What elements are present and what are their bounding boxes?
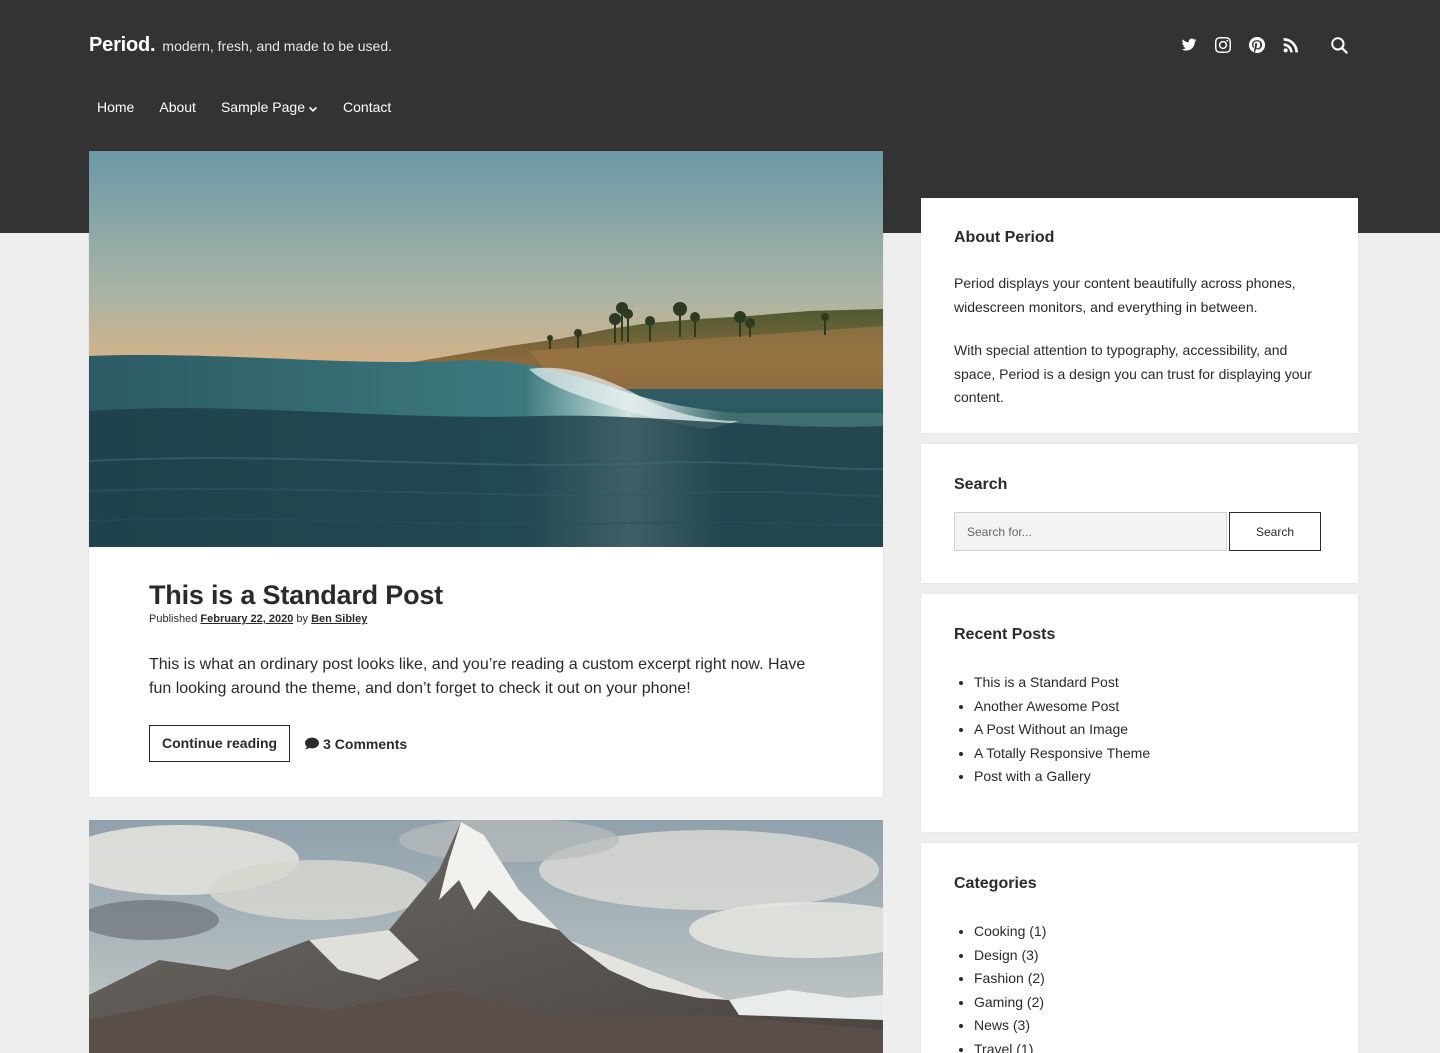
categories-widget: Categories Cooking (1) Design (3) Fashio…	[921, 843, 1358, 1053]
nav-item-contact[interactable]: Contact	[343, 99, 391, 115]
primary-menu: Home About Sample Page Contact	[97, 99, 416, 115]
comments-count: 3 Comments	[323, 735, 408, 752]
post-actions: Continue reading 3 Comments	[149, 725, 823, 762]
widget-title: About Period	[954, 229, 1055, 246]
category-link[interactable]: Travel (1)	[974, 1038, 1325, 1053]
post-card: This is a Standard Post Published Februa…	[89, 151, 883, 797]
comments-link[interactable]: 3 Comments	[305, 736, 407, 752]
pinterest-icon[interactable]	[1248, 36, 1266, 54]
featured-image-mountain[interactable]	[89, 820, 883, 1053]
post-byline: Published February 22, 2020 by Ben Sible…	[149, 613, 823, 625]
nav-item-sample-page-label: Sample Page	[220, 99, 306, 115]
widget-title: Search	[954, 476, 1008, 493]
recent-posts-list: This is a Standard Post Another Awesome …	[954, 671, 1325, 789]
recent-post-link[interactable]: A Post Without an Image	[974, 718, 1325, 742]
site-branding: Period. modern, fresh, and made to be us…	[89, 34, 392, 57]
recent-post-link[interactable]: Post with a Gallery	[974, 765, 1325, 789]
instagram-icon[interactable]	[1214, 36, 1232, 54]
category-link[interactable]: News (3)	[974, 1014, 1325, 1038]
recent-post-link[interactable]: A Totally Responsive Theme	[974, 742, 1325, 766]
categories-list: Cooking (1) Design (3) Fashion (2) Gamin…	[954, 920, 1325, 1053]
twitter-icon[interactable]	[1180, 36, 1198, 54]
recent-post-link[interactable]: This is a Standard Post	[974, 671, 1325, 695]
post-card	[89, 820, 883, 1053]
about-widget: About Period Period displays your conten…	[921, 198, 1358, 433]
nav-item-sample-page[interactable]: Sample Page	[221, 99, 318, 115]
rss-icon[interactable]	[1282, 36, 1300, 54]
nav-item-home[interactable]: Home	[97, 99, 134, 115]
widget-title: Categories	[954, 875, 1037, 892]
nav-item-about[interactable]: About	[159, 99, 196, 115]
chevron-down-icon[interactable]	[308, 102, 318, 112]
category-link[interactable]: Design (3)	[974, 944, 1325, 968]
widget-title: Recent Posts	[954, 626, 1056, 643]
published-label: Published	[149, 613, 198, 625]
category-link[interactable]: Fashion (2)	[974, 967, 1325, 991]
post-date-link[interactable]: February 22, 2020	[200, 613, 293, 625]
post-title[interactable]: This is a Standard Post	[149, 579, 823, 611]
recent-post-link[interactable]: Another Awesome Post	[974, 695, 1325, 719]
about-text-2: With special attention to typography, ac…	[954, 342, 1312, 405]
social-icons	[1164, 36, 1348, 54]
post-excerpt: This is what an ordinary post looks like…	[149, 656, 806, 697]
search-icon[interactable]	[1330, 36, 1348, 54]
search-button[interactable]: Search	[1229, 512, 1321, 551]
search-input[interactable]	[954, 512, 1227, 551]
search-form: Search	[954, 512, 1325, 551]
recent-posts-widget: Recent Posts This is a Standard Post Ano…	[921, 594, 1358, 832]
search-widget: Search Search	[921, 444, 1358, 583]
site-title[interactable]: Period.	[89, 34, 156, 57]
category-link[interactable]: Gaming (2)	[974, 991, 1325, 1015]
featured-image-ocean-wave[interactable]	[89, 151, 883, 547]
site-tagline: modern, fresh, and made to be used.	[162, 38, 392, 54]
about-text-1: Period displays your content beautifully…	[954, 275, 1296, 315]
by-label: by	[296, 613, 309, 625]
post-author-link[interactable]: Ben Sibley	[311, 613, 367, 625]
continue-reading-button[interactable]: Continue reading	[149, 725, 291, 762]
category-link[interactable]: Cooking (1)	[974, 920, 1325, 944]
comment-icon	[305, 737, 320, 750]
post-body: This is a Standard Post Published Februa…	[89, 547, 883, 762]
